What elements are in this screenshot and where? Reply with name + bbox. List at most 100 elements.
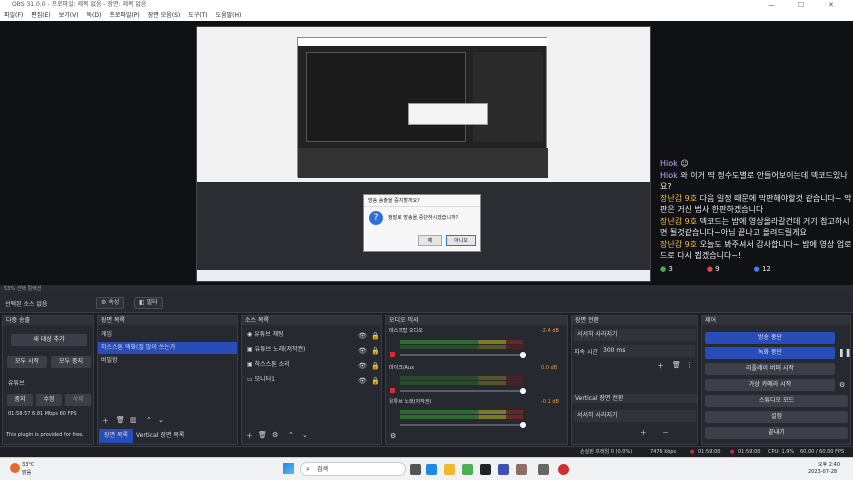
sub-count: ● 12 — [753, 265, 771, 273]
add-scene-icon[interactable]: ＋ — [102, 416, 109, 426]
eye-icon[interactable]: 👁 — [358, 377, 367, 385]
tab-scene-list[interactable]: 장면 목록 — [99, 429, 133, 443]
app-icon[interactable] — [498, 464, 509, 475]
dock-title: 장면 전환 — [572, 316, 697, 325]
arrow-down-icon[interactable]: ⌄ — [158, 416, 164, 424]
store-icon[interactable] — [480, 464, 491, 475]
dialog-no-button[interactable]: 아니오 — [446, 235, 476, 246]
title-bar: OBS 31.0.0 - 프로파일: 제목 없음 - 장면: 제목 없음 — ☐… — [0, 0, 853, 10]
chat-user: 장난감 9호 — [660, 194, 698, 203]
scene-item[interactable]: 비밀함 — [98, 355, 237, 367]
task-view-icon[interactable] — [410, 464, 421, 475]
tab-vertical-scene-list[interactable]: Vertical 장면 목록 — [136, 429, 184, 443]
minimize-button[interactable]: — — [768, 0, 775, 10]
target-delete-button[interactable]: 삭제 — [65, 394, 91, 406]
add-source-icon[interactable]: ＋ — [246, 431, 253, 441]
add-transition-icon[interactable]: ＋ — [657, 361, 664, 371]
arrow-down-icon[interactable]: ⌄ — [302, 431, 308, 439]
dock-title: 소스 목록 — [242, 316, 381, 325]
menu-dock[interactable]: 독(D) — [87, 10, 102, 21]
add-transition-icon[interactable]: ＋ — [640, 428, 647, 438]
target-edit-button[interactable]: 수정 — [36, 394, 62, 406]
trash-icon[interactable]: 🗑 — [672, 361, 681, 369]
gear-icon[interactable]: ⚙ — [272, 431, 278, 439]
menu-file[interactable]: 파일(F) — [4, 10, 23, 21]
properties-button[interactable]: ⚙ 속성 — [96, 297, 125, 309]
chat-user: Hiok — [660, 159, 678, 168]
trash-icon[interactable]: 🗑 — [258, 431, 267, 439]
duration-label: 지속 시간 — [574, 349, 598, 356]
gear-icon[interactable]: ⚙ — [839, 381, 845, 389]
stop-streaming-button[interactable]: 방송 중단 — [705, 332, 835, 344]
chat-text: 와 이거 딱 정수도별로 안들어보이는데 덱코드있나요? — [660, 171, 848, 191]
vertical-transition-select[interactable]: 서서히 사라지기 — [574, 410, 696, 422]
lock-icon[interactable]: 🔒 — [371, 362, 380, 370]
dialog-yes-button[interactable]: 예 — [418, 235, 442, 246]
scenes-dock: 장면 목록 게임 하스스톤 덱화(절 많이 쓰는가 비밀함 ＋ 🗑 ▥ ⌃ ⌄ … — [97, 315, 238, 445]
transition-select[interactable]: 서서히 사라지기 — [574, 329, 696, 341]
edge-icon[interactable] — [426, 464, 437, 475]
gear-icon[interactable]: ⚙ — [390, 432, 396, 440]
menu-profile[interactable]: 프로파일(P) — [109, 10, 139, 21]
search-box[interactable]: 검색 — [300, 462, 406, 476]
source-item[interactable]: ◉ 유튜브 채팅 — [244, 329, 284, 341]
menu-view[interactable]: 보기(V) — [59, 10, 79, 21]
eye-icon[interactable]: 👁 — [358, 362, 367, 370]
obs-icon[interactable] — [558, 464, 569, 475]
slider-knob[interactable] — [520, 422, 526, 428]
scene-item-selected[interactable]: 하스스톤 덱화(절 많이 쓰는가 — [98, 342, 237, 354]
file-explorer-icon[interactable] — [444, 464, 455, 475]
lock-icon[interactable]: 🔒 — [371, 347, 380, 355]
dock-title: 장면 목록 — [98, 316, 237, 325]
slider-knob[interactable] — [520, 388, 526, 394]
trash-icon[interactable]: 🗑 — [116, 416, 125, 424]
taskbar: 33°C 맑음 검색 ⌕ 오후 2:40 2023-07-28 — [0, 457, 853, 480]
duration-input[interactable]: 300 ms — [600, 345, 695, 357]
settings-app-icon[interactable] — [538, 464, 549, 475]
scene-item[interactable]: 게임 — [98, 329, 237, 341]
chrome-icon[interactable] — [462, 464, 473, 475]
replay-buffer-button[interactable]: 리플레이 버퍼 시작 — [705, 363, 835, 375]
minecraft-icon[interactable] — [516, 464, 527, 475]
stop-all-button[interactable]: 모두 중지 — [51, 356, 91, 368]
source-item[interactable]: ▣ 유튜브 노래(저작권) — [244, 344, 305, 356]
start-all-button[interactable]: 모두 시작 — [7, 356, 47, 368]
stop-recording-button[interactable]: 녹화 중단 — [705, 347, 835, 359]
arrow-up-icon[interactable]: ⌃ — [288, 431, 294, 439]
more-icon[interactable]: ⋮ — [686, 361, 693, 369]
zoom-bar: 53% 선택 컬렉션 — [0, 285, 853, 293]
remove-transition-icon[interactable]: － — [662, 428, 669, 438]
mute-icon[interactable] — [390, 352, 395, 357]
eye-icon[interactable]: 👁 — [358, 347, 367, 355]
arrow-up-icon[interactable]: ⌃ — [146, 416, 152, 424]
volume-slider[interactable] — [400, 424, 525, 426]
volume-slider[interactable] — [400, 354, 525, 356]
lock-icon[interactable]: 🔒 — [371, 332, 380, 340]
add-target-button[interactable]: 새 대상 추가 — [11, 334, 87, 346]
window-title: OBS 31.0.0 - 프로파일: 제목 없음 - 장면: 제목 없음 — [12, 1, 147, 8]
slider-knob[interactable] — [520, 352, 526, 358]
windows-start-icon[interactable] — [283, 463, 294, 474]
settings-button[interactable]: 설정 — [705, 411, 848, 423]
mute-icon[interactable] — [390, 388, 395, 393]
volume-slider[interactable] — [400, 390, 525, 392]
pause-icon[interactable]: ❚❚ — [838, 348, 851, 357]
target-stop-button[interactable]: 중지 — [7, 394, 33, 406]
lock-icon[interactable]: 🔒 — [371, 377, 380, 385]
stream-preview[interactable]: 방송 송출을 중지할까요? ? 정말로 방송을 중단하시겠습니까? 예 아니오 — [196, 26, 651, 282]
scene-filter-icon[interactable]: ▥ — [130, 416, 137, 424]
menu-edit[interactable]: 편집(E) — [31, 10, 51, 21]
menu-scene-collection[interactable]: 장면 모음(S) — [148, 10, 180, 21]
exit-button[interactable]: 끝내기 — [705, 427, 848, 439]
menu-tools[interactable]: 도구(T) — [188, 10, 207, 21]
menu-help[interactable]: 도움말(H) — [216, 10, 242, 21]
source-item[interactable]: ▭ 모니터1 — [244, 374, 275, 386]
maximize-button[interactable]: ☐ — [798, 0, 804, 10]
studio-mode-button[interactable]: 스튜디오 모드 — [705, 395, 848, 407]
filters-button[interactable]: ◧ 필터 — [134, 297, 163, 309]
close-button[interactable]: ✕ — [828, 0, 834, 10]
source-item[interactable]: ▣ 하스스톤 소리 — [244, 359, 290, 371]
stop-stream-dialog: 방송 송출을 중지할까요? ? 정말로 방송을 중단하시겠습니까? 예 아니오 — [363, 194, 481, 252]
virtual-camera-button[interactable]: 가상 카메라 시작 — [705, 379, 835, 391]
eye-icon[interactable]: 👁 — [358, 332, 367, 340]
